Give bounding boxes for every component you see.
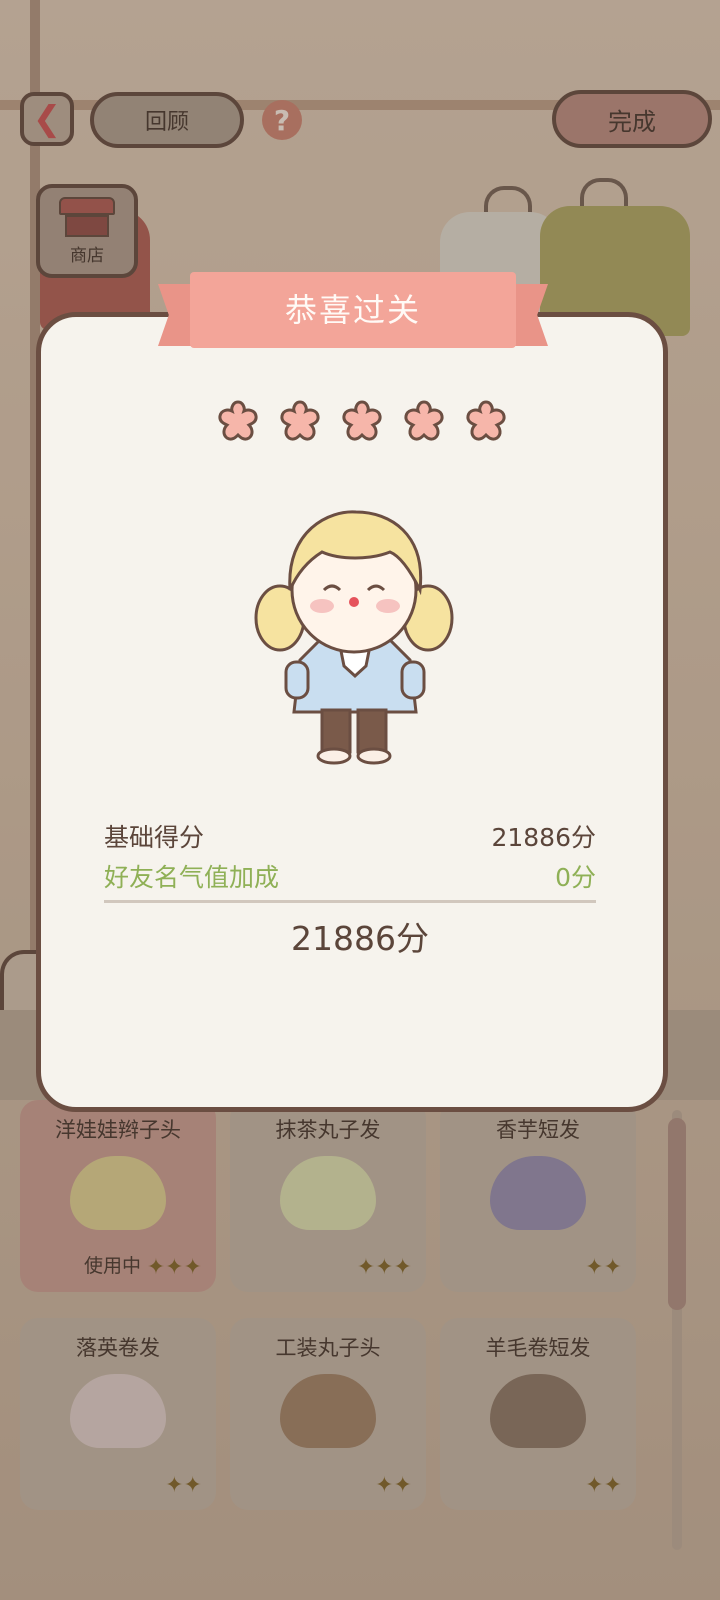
total-score: 21886分 bbox=[291, 919, 429, 958]
base-score-row: 基础得分 21886分 bbox=[104, 818, 596, 854]
title-banner: 恭喜过关 bbox=[158, 266, 548, 362]
bonus-score-value: 0分 bbox=[555, 863, 596, 892]
flower-star-icon bbox=[280, 400, 320, 441]
score-divider bbox=[104, 900, 596, 903]
base-score-label: 基础得分 bbox=[104, 823, 205, 852]
bonus-score-row: 好友名气值加成 0分 bbox=[104, 858, 596, 894]
dialog-title: 恭喜过关 bbox=[284, 291, 421, 329]
bonus-score-label: 好友名气值加成 bbox=[104, 863, 280, 892]
star-rating bbox=[0, 396, 720, 446]
flower-star-icon bbox=[218, 400, 258, 441]
base-score-value: 21886分 bbox=[491, 823, 596, 852]
flower-star-icon bbox=[342, 400, 382, 441]
flower-star-icon bbox=[466, 400, 506, 441]
character-avatar bbox=[254, 510, 454, 765]
flower-star-icon bbox=[404, 400, 444, 441]
